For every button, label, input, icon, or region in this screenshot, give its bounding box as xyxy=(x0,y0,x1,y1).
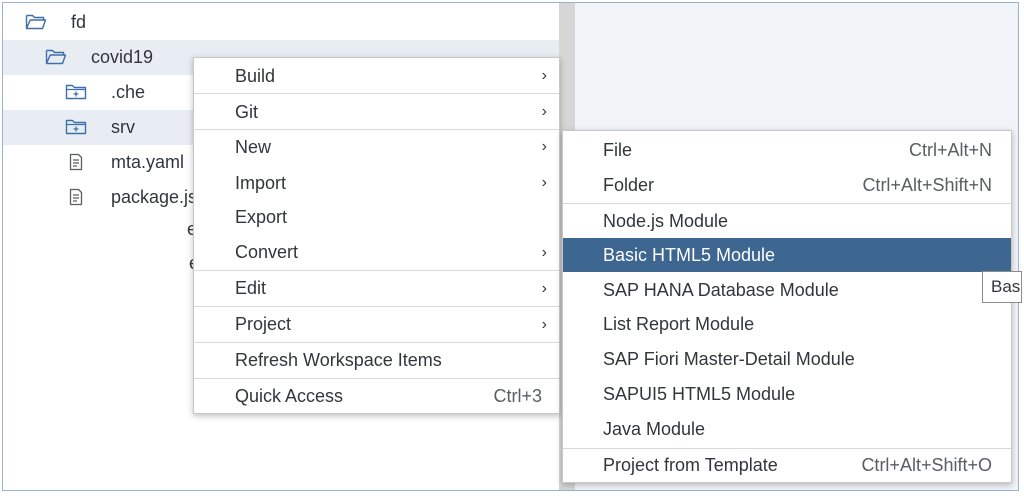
tooltip: Basic HTML5 Module xyxy=(982,271,1022,303)
chevron-right-icon: › xyxy=(541,244,547,261)
menu-item-label: Folder xyxy=(603,175,655,195)
context-menu: Build › Git › New › Import › Export Conv… xyxy=(193,57,560,414)
menu-item-label: Edit xyxy=(235,278,267,298)
chevron-right-icon: › xyxy=(541,138,547,155)
menu-item-label: Project xyxy=(235,314,292,334)
menu-item-label: Git xyxy=(235,102,259,122)
menu-item-convert[interactable]: Convert › xyxy=(194,235,559,270)
menu-item-label: Build xyxy=(235,66,276,86)
submenu-item-java-module[interactable]: Java Module xyxy=(563,412,1011,447)
folder-open-icon xyxy=(45,48,67,66)
menu-item-label: SAP Fiori Master-Detail Module xyxy=(603,349,855,369)
chevron-right-icon: › xyxy=(541,316,547,333)
file-icon xyxy=(67,153,87,171)
menu-item-label: SAPUI5 HTML5 Module xyxy=(603,384,796,404)
menu-item-label: Refresh Workspace Items xyxy=(235,350,442,370)
submenu-item-basic-html5-module[interactable]: Basic HTML5 Module xyxy=(563,238,1011,272)
chevron-right-icon: › xyxy=(541,280,547,297)
chevron-right-icon: › xyxy=(541,174,547,191)
menu-item-label: Node.js Module xyxy=(603,211,729,231)
menu-item-shortcut: Ctrl+Alt+N xyxy=(908,140,992,160)
menu-item-label: SAP HANA Database Module xyxy=(603,280,839,300)
submenu-item-fiori-master-detail[interactable]: SAP Fiori Master-Detail Module xyxy=(563,342,1011,377)
menu-item-shortcut: Ctrl+Alt+Shift+N xyxy=(862,175,992,195)
menu-item-new[interactable]: New › xyxy=(194,130,559,165)
menu-item-label: Export xyxy=(235,207,288,227)
submenu-item-sapui5-html5-module[interactable]: SAPUI5 HTML5 Module xyxy=(563,377,1011,412)
folder-plus-icon xyxy=(65,118,87,136)
tree-item-label: fd xyxy=(71,12,87,32)
submenu-item-project-from-template[interactable]: Project from Template Ctrl+Alt+Shift+O xyxy=(563,449,1011,483)
menu-item-import[interactable]: Import › xyxy=(194,165,559,200)
tree-item-label: .che xyxy=(111,82,146,102)
tree-item-label: mta.yaml xyxy=(111,152,185,172)
file-icon xyxy=(67,188,87,206)
menu-item-shortcut: Ctrl+Alt+Shift+O xyxy=(861,455,992,475)
folder-open-icon xyxy=(25,13,47,31)
chevron-right-icon: › xyxy=(541,67,547,84)
tree-item-label: srv xyxy=(111,117,135,137)
menu-item-refresh-workspace[interactable]: Refresh Workspace Items xyxy=(194,343,559,378)
menu-item-edit[interactable]: Edit › xyxy=(194,271,559,306)
menu-item-label: List Report Module xyxy=(603,314,755,334)
menu-item-label: Convert xyxy=(235,242,299,262)
new-submenu: File Ctrl+Alt+N Folder Ctrl+Alt+Shift+N … xyxy=(562,130,1012,483)
submenu-item-folder[interactable]: Folder Ctrl+Alt+Shift+N xyxy=(563,167,1011,202)
menu-item-build[interactable]: Build › xyxy=(194,58,559,93)
menu-item-quick-access[interactable]: Quick Access Ctrl+3 xyxy=(194,379,559,414)
menu-item-label: Project from Template xyxy=(603,455,778,475)
menu-item-label: Quick Access xyxy=(235,386,344,406)
tooltip-text: Basic HTML5 Module xyxy=(991,277,1021,296)
menu-item-shortcut: Ctrl+3 xyxy=(493,386,542,406)
folder-plus-icon xyxy=(65,83,87,101)
menu-item-git[interactable]: Git › xyxy=(194,94,559,129)
menu-item-label: Import xyxy=(235,173,287,193)
submenu-item-list-report-module[interactable]: List Report Module xyxy=(563,307,1011,342)
tree-item-fd[interactable]: fd xyxy=(3,5,559,40)
menu-item-label: Basic HTML5 Module xyxy=(603,245,776,265)
tree-item-label: covid19 xyxy=(91,47,154,67)
menu-item-label: File xyxy=(603,140,633,160)
menu-item-label: Java Module xyxy=(603,419,706,439)
menu-item-label: New xyxy=(235,137,272,157)
submenu-item-file[interactable]: File Ctrl+Alt+N xyxy=(563,131,1011,167)
menu-item-export[interactable]: Export xyxy=(194,200,559,235)
menu-item-project[interactable]: Project › xyxy=(194,307,559,342)
submenu-item-nodejs-module[interactable]: Node.js Module xyxy=(563,204,1011,238)
chevron-right-icon: › xyxy=(541,103,547,120)
submenu-item-sap-hana-db-module[interactable]: SAP HANA Database Module xyxy=(563,272,1011,307)
